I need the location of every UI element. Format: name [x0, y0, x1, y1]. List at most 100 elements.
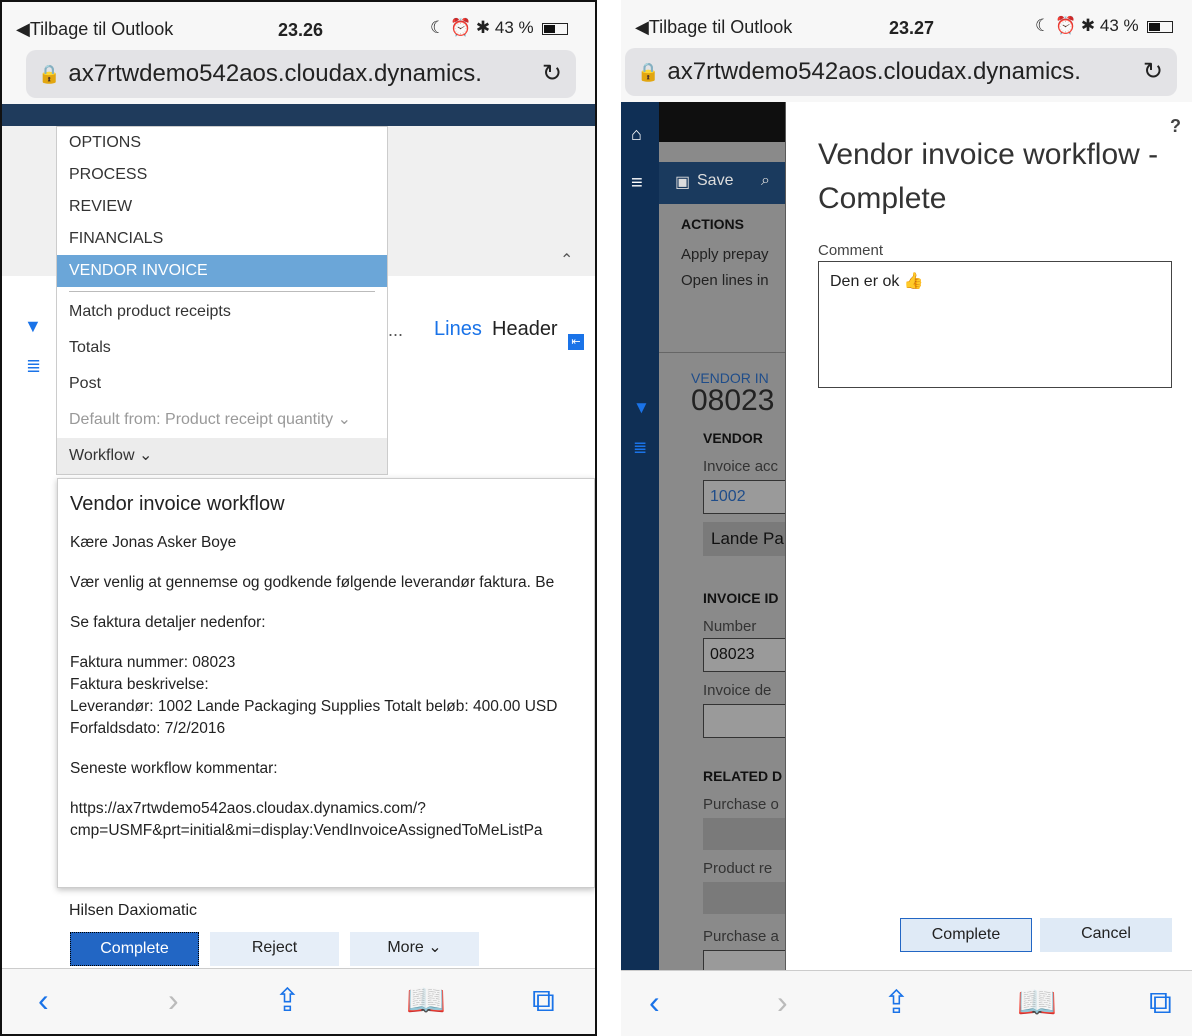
- tabs-icon[interactable]: ⧉: [1149, 985, 1172, 1019]
- menu-tab-process[interactable]: PROCESS: [57, 159, 387, 191]
- back-to-outlook-link[interactable]: ◀Tilbage til Outlook: [635, 17, 792, 38]
- url-text: ax7rtwdemo542aos.cloudax.dynamics.: [667, 58, 1081, 85]
- menu-tab-vendor-invoice[interactable]: VENDOR INVOICE: [57, 255, 387, 287]
- collapse-chevron-icon[interactable]: ⌃: [560, 250, 573, 270]
- filter-icon[interactable]: ▼: [633, 398, 650, 418]
- address-bar[interactable]: 🔒 ax7rtwdemo542aos.cloudax.dynamics. ↻: [26, 50, 576, 98]
- workflow-message-box: Vendor invoice workflow Kære Jonas Asker…: [57, 478, 595, 888]
- purchase-agreement-field[interactable]: [703, 950, 785, 970]
- list-icon[interactable]: ≣: [633, 438, 647, 458]
- related-heading: RELATED D: [703, 768, 783, 784]
- menu-item-workflow[interactable]: Workflow ⌄: [57, 438, 387, 474]
- home-icon[interactable]: ⌂: [631, 124, 642, 145]
- purchase-order-label: Purchase o: [703, 796, 779, 813]
- tabs-icon[interactable]: ⧉: [532, 983, 555, 1017]
- number-field[interactable]: 08023: [703, 638, 785, 672]
- apply-prepay-link[interactable]: Apply prepay: [681, 246, 769, 263]
- product-receipt-field[interactable]: [703, 882, 785, 914]
- menu-item-default-from[interactable]: Default from: Product receipt quantity ⌄: [57, 402, 387, 438]
- lock-icon: 🔒: [38, 63, 61, 84]
- purchase-order-field[interactable]: [703, 818, 785, 850]
- bookmarks-icon[interactable]: 📖: [406, 983, 446, 1017]
- reject-button[interactable]: Reject: [210, 932, 339, 966]
- menu-item-match-product-receipts[interactable]: Match product receipts: [57, 294, 387, 330]
- vendor-heading: VENDOR: [703, 430, 763, 446]
- address-bar[interactable]: 🔒 ax7rtwdemo542aos.cloudax.dynamics. ↻: [625, 48, 1177, 96]
- menu-item-totals[interactable]: Totals: [57, 330, 387, 366]
- bookmarks-icon[interactable]: 📖: [1017, 985, 1057, 1019]
- help-icon[interactable]: ?: [1170, 116, 1181, 137]
- menu-tab-review[interactable]: REVIEW: [57, 191, 387, 223]
- status-bar: ◀Tilbage til Outlook 23.26 ☾ ⏰ ✱ 43 %: [2, 2, 595, 48]
- battery-percent: 43 %: [1099, 16, 1139, 35]
- link-line-1[interactable]: https://ax7rtwdemo542aos.cloudax.dynamic…: [70, 800, 582, 818]
- workflow-title: Vendor invoice workflow: [70, 493, 285, 515]
- details-heading: Se faktura detaljer nedenfor:: [70, 614, 266, 631]
- back-to-outlook-link[interactable]: ◀Tilbage til Outlook: [16, 19, 173, 40]
- invoice-description-field[interactable]: [703, 704, 785, 738]
- forward-arrow-icon[interactable]: ›: [168, 983, 179, 1017]
- back-arrow-icon[interactable]: ‹: [649, 985, 660, 1019]
- filter-icon[interactable]: ▼: [24, 316, 42, 337]
- reload-icon[interactable]: ↻: [542, 59, 562, 88]
- status-icons: ☾ ⏰ ✱ 43 %: [430, 18, 569, 38]
- tab-header[interactable]: Header: [492, 318, 558, 341]
- safari-toolbar: ‹ › ⇪ 📖 ⧉: [621, 970, 1192, 1036]
- action-menu-dropdown: OPTIONS PROCESS REVIEW FINANCIALS VENDOR…: [56, 126, 388, 475]
- dimmed-invoice-form: ▣ Save ⌕ ACTIONS Apply prepay Open lines…: [659, 102, 785, 970]
- behind-ellipsis: ...: [388, 320, 404, 340]
- reload-icon[interactable]: ↻: [1143, 57, 1163, 86]
- share-icon[interactable]: ⇪: [274, 983, 301, 1017]
- menu-item-post[interactable]: Post: [57, 366, 387, 402]
- url-text: ax7rtwdemo542aos.cloudax.dynamics.: [68, 60, 482, 87]
- bluetooth-icon: ✱: [475, 18, 491, 37]
- more-button[interactable]: More ⌄: [350, 932, 479, 966]
- menu-tab-financials[interactable]: FINANCIALS: [57, 223, 387, 255]
- status-icons: ☾ ⏰ ✱ 43 %: [1035, 16, 1174, 36]
- list-icon[interactable]: ≣: [26, 356, 41, 377]
- lock-icon: 🔒: [637, 61, 660, 82]
- safari-toolbar: ‹ › ⇪ 📖 ⧉: [2, 968, 595, 1034]
- vendor-line: Leverandør: 1002 Lande Packaging Supplie…: [70, 698, 558, 715]
- complete-button[interactable]: Complete: [70, 932, 199, 966]
- invoice-number-title: 08023: [691, 384, 775, 417]
- nav-rail: ⌂ ≡ ▼ ≣: [621, 102, 659, 970]
- forward-arrow-icon[interactable]: ›: [777, 985, 788, 1019]
- search-icon[interactable]: ⌕: [761, 172, 770, 190]
- menu-tab-options[interactable]: OPTIONS: [57, 127, 387, 159]
- battery-icon: [1147, 20, 1174, 33]
- purchase-agreement-label: Purchase a: [703, 928, 779, 945]
- complete-button[interactable]: Complete: [900, 918, 1032, 952]
- left-screenshot: ◀Tilbage til Outlook 23.26 ☾ ⏰ ✱ 43 % 🔒 …: [0, 0, 597, 1036]
- bluetooth-icon: ✱: [1080, 16, 1096, 35]
- moon-icon: ☾: [1035, 16, 1051, 35]
- number-label: Number: [703, 618, 757, 635]
- due-date: Forfaldsdato: 7/2/2016: [70, 720, 226, 737]
- complete-dialog: ? Vendor invoice workflow - Complete Com…: [786, 102, 1192, 970]
- greeting: Kære Jonas Asker Boye: [70, 534, 237, 551]
- right-screenshot: ◀Tilbage til Outlook 23.27 ☾ ⏰ ✱ 43 % 🔒 …: [621, 0, 1192, 1036]
- invoice-description: Faktura beskrivelse:: [70, 676, 209, 693]
- clock: 23.27: [889, 18, 935, 38]
- clock: 23.26: [278, 20, 324, 40]
- invoice-account-field[interactable]: 1002: [703, 480, 785, 514]
- top-dark-bar: [659, 102, 785, 142]
- alarm-icon: ⏰: [449, 18, 472, 37]
- battery-percent: 43 %: [494, 18, 534, 37]
- save-button[interactable]: Save: [697, 172, 733, 190]
- invoice-id-heading: INVOICE ID: [703, 590, 779, 606]
- cancel-button[interactable]: Cancel: [1040, 918, 1172, 952]
- open-lines-link[interactable]: Open lines in: [681, 272, 769, 289]
- link-line-2[interactable]: cmp=USMF&prt=initial&mi=display:VendInvo…: [70, 822, 582, 840]
- status-bar: ◀Tilbage til Outlook 23.27 ☾ ⏰ ✱ 43 %: [621, 0, 1192, 46]
- vendor-name-field[interactable]: Lande Pa: [703, 522, 785, 556]
- signature: Hilsen Daxiomatic: [69, 902, 198, 919]
- hamburger-icon[interactable]: ≡: [631, 172, 643, 195]
- comment-label: Comment: [818, 242, 884, 259]
- last-comment-heading: Seneste workflow kommentar:: [70, 760, 278, 777]
- tab-lines[interactable]: Lines: [434, 318, 482, 341]
- back-arrow-icon[interactable]: ‹: [38, 983, 49, 1017]
- share-icon[interactable]: ⇪: [883, 985, 910, 1019]
- expand-panel-icon[interactable]: ⇤: [568, 334, 584, 350]
- comment-textarea[interactable]: Den er ok 👍: [818, 261, 1172, 388]
